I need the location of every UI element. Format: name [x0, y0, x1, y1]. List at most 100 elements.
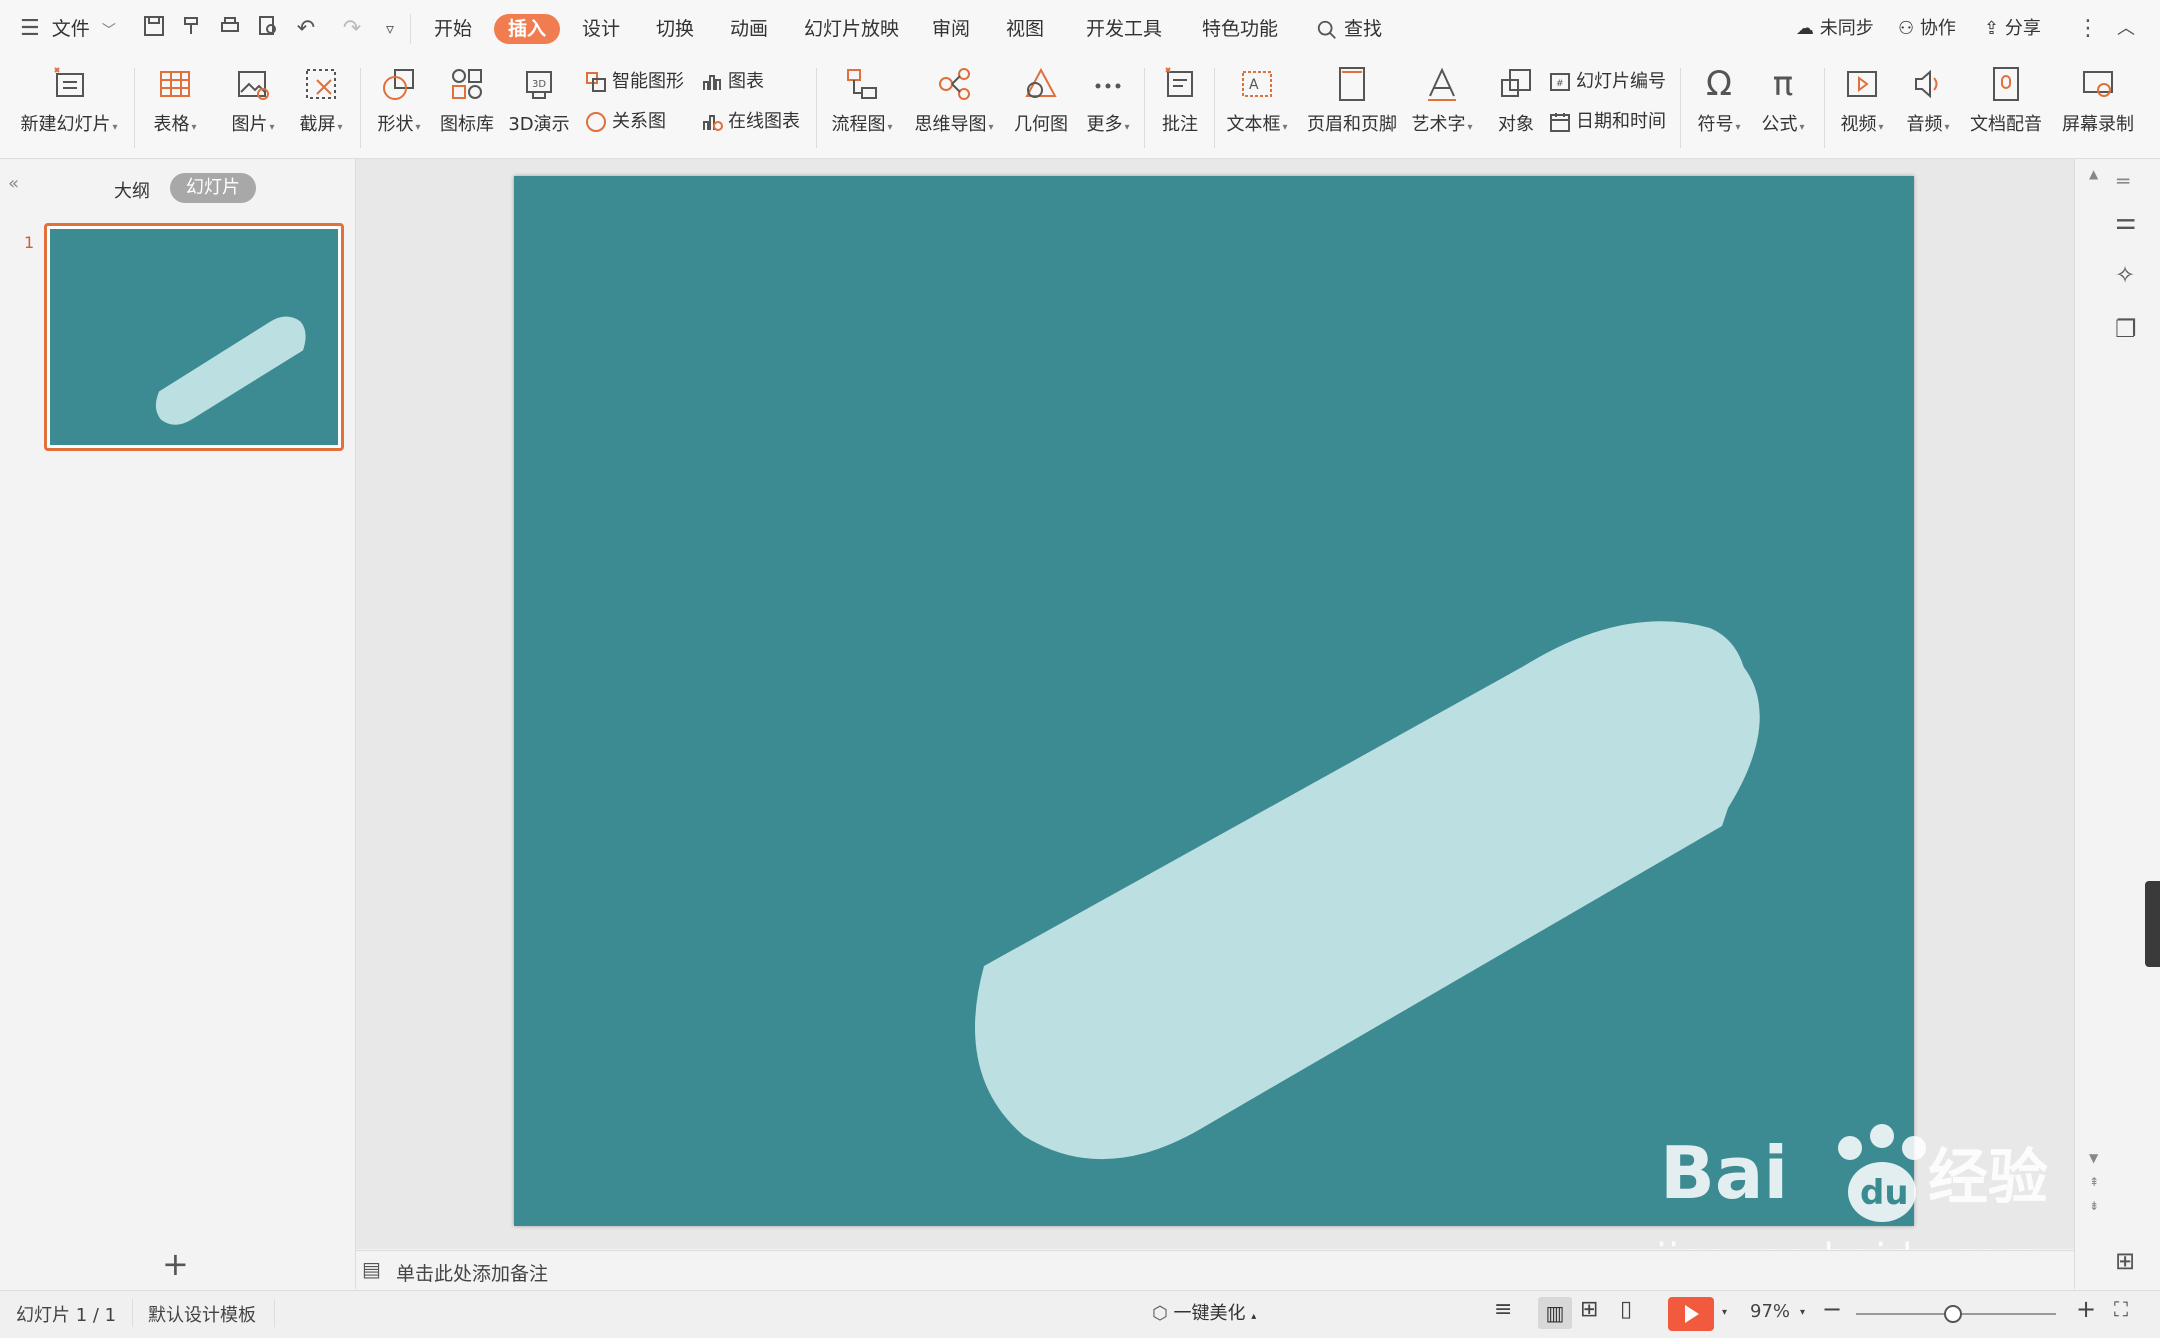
pi-icon: π: [1772, 64, 1794, 104]
slide-canvas[interactable]: [514, 176, 1914, 1226]
vertical-scrollbar[interactable]: ▲ ▼ ⇞ ⇟: [2087, 165, 2105, 1255]
slide-number-button[interactable]: # 幻灯片编号: [1548, 66, 1666, 98]
scroll-up-icon[interactable]: ▲: [2089, 167, 2098, 181]
symbol-button[interactable]: Ω 符号 ▾: [1688, 58, 1750, 158]
template-name[interactable]: 默认设计模板: [148, 1301, 256, 1327]
comment-button[interactable]: 批注: [1152, 58, 1208, 158]
notes-bar[interactable]: ▤ 单击此处添加备注: [356, 1250, 2074, 1291]
redo-icon[interactable]: ↷: [338, 14, 366, 44]
omega-icon: Ω: [1706, 64, 1732, 104]
side-handle[interactable]: [2145, 881, 2160, 967]
reading-view-icon[interactable]: ▯: [1620, 1297, 1632, 1322]
collapse-ribbon-icon[interactable]: ︿: [2112, 14, 2140, 44]
tab-review[interactable]: 审阅: [932, 14, 970, 44]
tab-special-features[interactable]: 特色功能: [1202, 14, 1278, 44]
object-button[interactable]: 对象: [1486, 58, 1546, 158]
zoom-level[interactable]: 97%: [1750, 1301, 1790, 1322]
video-label: 视频: [1840, 114, 1877, 135]
tab-insert[interactable]: 插入: [494, 14, 561, 44]
collaborate-button[interactable]: ⚇ 协作: [1898, 14, 1956, 44]
beautify-button[interactable]: ⬡ 一键美化 ▴: [1152, 1299, 1256, 1329]
fit-to-window-icon[interactable]: ⛶: [2114, 1297, 2128, 1321]
svg-text:经验: 经验: [1928, 1143, 2048, 1213]
wordart-button[interactable]: 艺术字 ▾: [1408, 58, 1476, 158]
collapse-panel-icon[interactable]: «: [8, 173, 19, 194]
video-button[interactable]: 视频 ▾: [1832, 58, 1892, 158]
new-slide-button[interactable]: 新建幻灯片 ▾: [10, 58, 128, 158]
doc-voice-button[interactable]: 文档配音: [1964, 58, 2048, 158]
pin-icon[interactable]: ✧: [2115, 261, 2135, 289]
slide-sorter-icon[interactable]: ⊞: [1580, 1297, 1598, 1322]
tab-home[interactable]: 开始: [434, 14, 472, 44]
panel-menu-icon[interactable]: ═: [2117, 169, 2129, 193]
header-footer-button[interactable]: 页眉和页脚: [1302, 58, 1402, 158]
zoom-slider-thumb[interactable]: [1944, 1305, 1962, 1323]
shape-button[interactable]: 形状 ▾: [368, 58, 430, 158]
textbox-button[interactable]: A 文本框 ▾: [1222, 58, 1292, 158]
online-chart-button[interactable]: 在线图表: [700, 106, 800, 138]
picture-button[interactable]: 图片 ▾: [222, 58, 284, 158]
share-button[interactable]: ⇪ 分享: [1984, 14, 2041, 44]
bar-chart-icon: [703, 75, 721, 90]
tab-transitions[interactable]: 切换: [656, 14, 694, 44]
slide-thumbnail[interactable]: [44, 223, 344, 451]
settings-sliders-icon[interactable]: ⚌: [2115, 207, 2137, 235]
notes-toggle-icon[interactable]: ≡: [1494, 1297, 1512, 1322]
print-icon[interactable]: [216, 14, 244, 44]
play-slideshow-button[interactable]: [1668, 1297, 1714, 1331]
screenshot-button[interactable]: 截屏 ▾: [288, 58, 354, 158]
3d-demo-button[interactable]: 3D 3D演示: [504, 58, 574, 158]
screen-record-label: 屏幕录制: [2062, 114, 2134, 135]
formula-button[interactable]: π 公式 ▾: [1752, 58, 1814, 158]
copy-icon[interactable]: ❐: [2115, 315, 2137, 343]
save-icon[interactable]: [140, 14, 168, 44]
scroll-down-icon[interactable]: ▼: [2089, 1151, 2098, 1165]
normal-view-icon[interactable]: ▥: [1538, 1297, 1572, 1329]
icon-library-button[interactable]: 图标库: [436, 58, 498, 158]
mindmap-icon: [939, 68, 970, 100]
zoom-out-icon[interactable]: −: [1822, 1295, 1842, 1323]
divider: [274, 1299, 275, 1327]
relation-chart-button[interactable]: 关系图: [584, 106, 666, 138]
geometry-button[interactable]: 几何图: [1008, 58, 1074, 158]
chart-button[interactable]: 图表: [700, 66, 764, 98]
tab-outline[interactable]: 大纲: [114, 177, 150, 203]
play-options-icon[interactable]: ▾: [1722, 1307, 1727, 1318]
table-button[interactable]: 表格 ▾: [144, 58, 206, 158]
file-menu[interactable]: ☰ 文件 ﹀: [20, 14, 116, 44]
print-preview-icon[interactable]: [254, 14, 282, 44]
customize-quick-access-icon[interactable]: ▿: [376, 14, 404, 44]
zoom-options-icon[interactable]: ▾: [1800, 1307, 1805, 1318]
zoom-slider[interactable]: [1856, 1305, 2056, 1323]
symbol-label: 符号: [1697, 114, 1734, 135]
more-button[interactable]: 更多 ▾: [1080, 58, 1136, 158]
formula-label: 公式: [1761, 114, 1798, 135]
undo-icon[interactable]: ↶: [292, 14, 320, 44]
audio-button[interactable]: 音频 ▾: [1898, 58, 1958, 158]
tab-design[interactable]: 设计: [582, 14, 620, 44]
speaker-icon: [1915, 69, 1938, 99]
tab-view[interactable]: 视图: [1006, 14, 1044, 44]
icon-library-label: 图标库: [440, 114, 494, 135]
tab-slideshow[interactable]: 幻灯片放映: [804, 14, 899, 44]
screen-record-button[interactable]: 屏幕录制: [2050, 58, 2146, 158]
shape-label: 形状: [377, 114, 414, 135]
more-options-icon[interactable]: ⋮: [2074, 14, 2102, 44]
smart-shape-button[interactable]: 智能图形: [584, 66, 684, 98]
next-slide-icon[interactable]: ⇟: [2089, 1199, 2099, 1213]
tab-animations[interactable]: 动画: [730, 14, 768, 44]
slide-number-icon: #: [1550, 73, 1570, 91]
tab-slides[interactable]: 幻灯片: [170, 173, 256, 203]
geometry-icon: [1025, 67, 1057, 98]
flowchart-button[interactable]: 流程图 ▾: [824, 58, 900, 158]
add-slide-button[interactable]: +: [162, 1245, 189, 1283]
date-time-button[interactable]: 日期和时间: [1548, 106, 1666, 138]
format-painter-icon[interactable]: [178, 14, 206, 44]
zoom-in-icon[interactable]: +: [2076, 1295, 2096, 1323]
search-button[interactable]: 查找: [1316, 14, 1382, 44]
grid-apps-icon[interactable]: ⊞: [2115, 1247, 2135, 1275]
previous-slide-icon[interactable]: ⇞: [2089, 1175, 2099, 1189]
sync-status[interactable]: ☁ 未同步: [1796, 14, 1874, 44]
tab-developer[interactable]: 开发工具: [1086, 14, 1162, 44]
mindmap-button[interactable]: 思维导图 ▾: [908, 58, 1000, 158]
